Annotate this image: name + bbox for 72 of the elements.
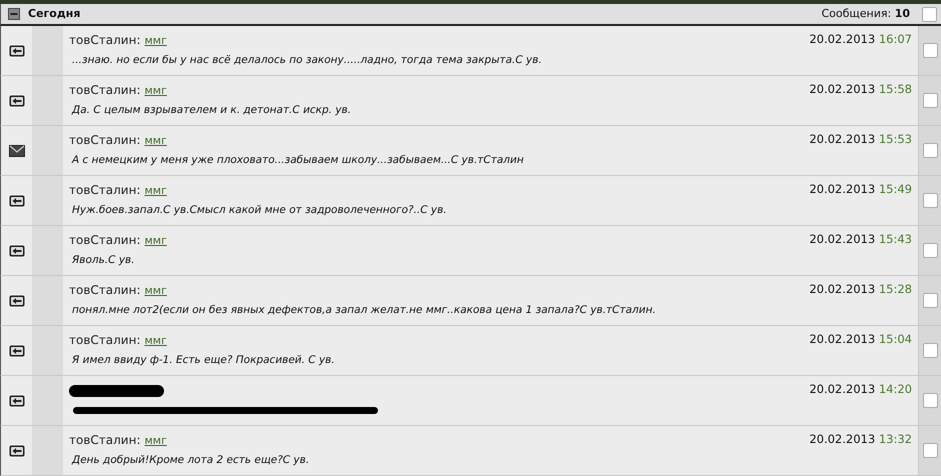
checkbox[interactable] — [922, 6, 937, 22]
recipient-link[interactable]: ммг — [144, 83, 167, 100]
reply-icon[interactable] — [8, 444, 24, 456]
envelope-icon[interactable] — [8, 144, 24, 156]
recipient-link[interactable]: ммг — [144, 333, 167, 350]
author-name: товСталин: — [69, 132, 140, 149]
row-gutter — [32, 176, 63, 225]
recipient-link[interactable]: ммг — [144, 133, 167, 150]
message-date: 20.02.2013 — [809, 132, 876, 146]
message-time: 14:20 — [878, 382, 912, 396]
checkbox[interactable] — [922, 143, 938, 158]
reply-icon[interactable] — [8, 294, 24, 306]
recipient-link[interactable]: ммг — [144, 33, 167, 50]
recipient-link[interactable]: ммг — [144, 233, 167, 250]
row-gutter — [32, 326, 63, 375]
message-time: 15:43 — [878, 232, 912, 246]
reply-icon[interactable] — [8, 344, 24, 356]
checkbox[interactable] — [922, 393, 938, 408]
row-gutter — [32, 76, 63, 125]
collapse-icon[interactable] — [8, 8, 20, 20]
author-name: товСталин: — [69, 182, 140, 199]
message-date: 20.02.2013 — [809, 382, 876, 396]
message-date: 20.02.2013 — [809, 282, 876, 296]
checkbox[interactable] — [922, 193, 938, 208]
message-text: Яволь.С ув. — [71, 252, 136, 268]
author-name: товСталин: — [69, 332, 140, 349]
reply-icon[interactable] — [8, 394, 24, 406]
checkbox[interactable] — [922, 43, 938, 58]
message-text: ...знаю. но если бы у нас всё делалось по закону.....ладно, тогда тема закрыта.С ув. — [71, 52, 543, 68]
checkbox[interactable] — [922, 93, 938, 108]
message-date: 20.02.2013 — [809, 32, 876, 46]
checkbox[interactable] — [922, 293, 938, 308]
reply-icon[interactable] — [8, 94, 24, 106]
message-time: 13:32 — [878, 432, 912, 446]
author-name: товСталин: — [69, 282, 140, 299]
message-time: 16:07 — [878, 32, 912, 46]
reply-icon[interactable] — [8, 244, 24, 256]
reply-icon[interactable] — [8, 194, 24, 206]
row-gutter — [32, 376, 63, 425]
author-name: товСталин: — [69, 32, 140, 49]
message-time: 15:58 — [878, 82, 912, 96]
group-title: Сегодня — [28, 6, 82, 22]
recipient-link[interactable]: ммг — [144, 183, 167, 200]
row-gutter — [32, 126, 63, 175]
message-text: Да. С целым взрывателем и к. детонат.С искр. ув. — [70, 102, 352, 118]
message-date: 20.02.2013 — [809, 232, 876, 246]
author-name: товСталин: — [69, 82, 140, 99]
reply-icon[interactable] — [8, 44, 24, 56]
message-text: понял.мне лот2(если он без явных дефектов,а запал желат.не ммг..какова цена 1 запала?С ув.тСталин. — [71, 302, 657, 318]
message-date: 20.02.2013 — [809, 432, 876, 446]
message-text: Я имел ввиду ф-1. Есть еще? Покрасивей. С ув. — [71, 352, 336, 368]
checkbox[interactable] — [922, 443, 938, 458]
row-gutter — [32, 276, 63, 325]
message-text: А с немецким у меня уже плоховато...забываем школу...забываем...С ув.тСталин — [70, 152, 525, 168]
checkbox[interactable] — [922, 343, 938, 358]
message-text: День добрый!Кроме лота 2 есть еще?С ув. — [70, 452, 310, 468]
recipient-link[interactable]: ммг — [144, 283, 167, 300]
message-text: Нуж.боев.запал.С ув.Смысл какой мне от задроволеченного?..С ув. — [71, 202, 448, 218]
message-time: 15:04 — [878, 332, 912, 346]
row-gutter — [32, 226, 63, 275]
message-date: 20.02.2013 — [809, 82, 876, 96]
recipient-link[interactable]: ммг — [144, 433, 167, 450]
message-date: 20.02.2013 — [809, 182, 876, 196]
message-time: 15:49 — [878, 182, 912, 196]
message-date: 20.02.2013 — [809, 332, 876, 346]
author-name: товСталин: — [69, 232, 140, 249]
row-gutter — [32, 426, 63, 475]
message-count: Сообщения: 10 — [821, 6, 910, 22]
message-time: 15:28 — [878, 282, 912, 296]
checkbox[interactable] — [922, 243, 938, 258]
author-name: товСталин: — [69, 432, 140, 449]
message-time: 15:53 — [878, 132, 912, 146]
